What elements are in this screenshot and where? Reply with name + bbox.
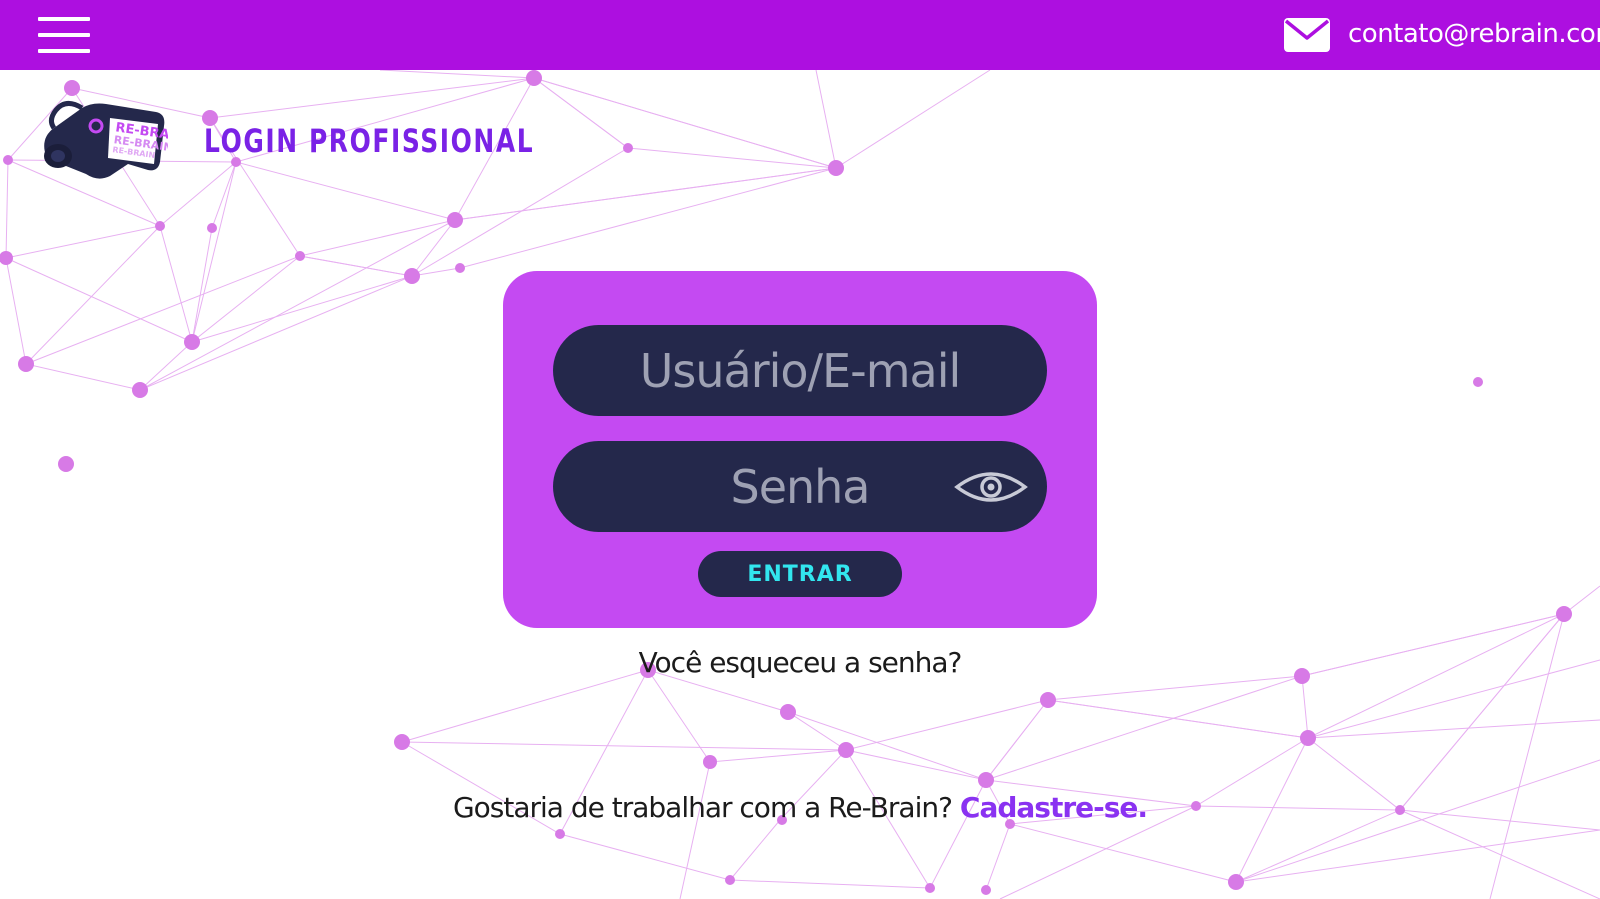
envelope-icon[interactable]: [1283, 17, 1331, 53]
page-title: LOGIN PROFISSIONAL: [204, 122, 535, 160]
login-card: ENTRAR: [503, 271, 1097, 628]
login-page: contato@rebrain.com RE-BRAIN RE-BRAIN RE…: [0, 0, 1600, 899]
username-field: [553, 325, 1047, 416]
login-button[interactable]: ENTRAR: [698, 551, 902, 597]
menu-line: [38, 33, 90, 37]
menu-line: [38, 17, 90, 21]
re-brain-logo[interactable]: RE-BRAIN RE-BRAIN RE-BRAIN: [36, 98, 168, 184]
menu-line: [38, 49, 90, 53]
eye-icon[interactable]: [953, 469, 1029, 505]
top-bar: contato@rebrain.com: [0, 0, 1600, 70]
password-field: [553, 441, 1047, 532]
signup-prompt: Gostaria de trabalhar com a Re-Brain?: [452, 791, 953, 824]
forgot-password-link[interactable]: Você esqueceu a senha?: [600, 644, 1000, 682]
contact-email-link[interactable]: contato@rebrain.com: [1348, 14, 1600, 54]
hamburger-menu-icon[interactable]: [36, 14, 92, 56]
username-input[interactable]: [553, 325, 1047, 416]
signup-line: Gostaria de trabalhar com a Re-Brain? Ca…: [400, 788, 1200, 828]
signup-link[interactable]: Cadastre-se.: [960, 791, 1148, 824]
